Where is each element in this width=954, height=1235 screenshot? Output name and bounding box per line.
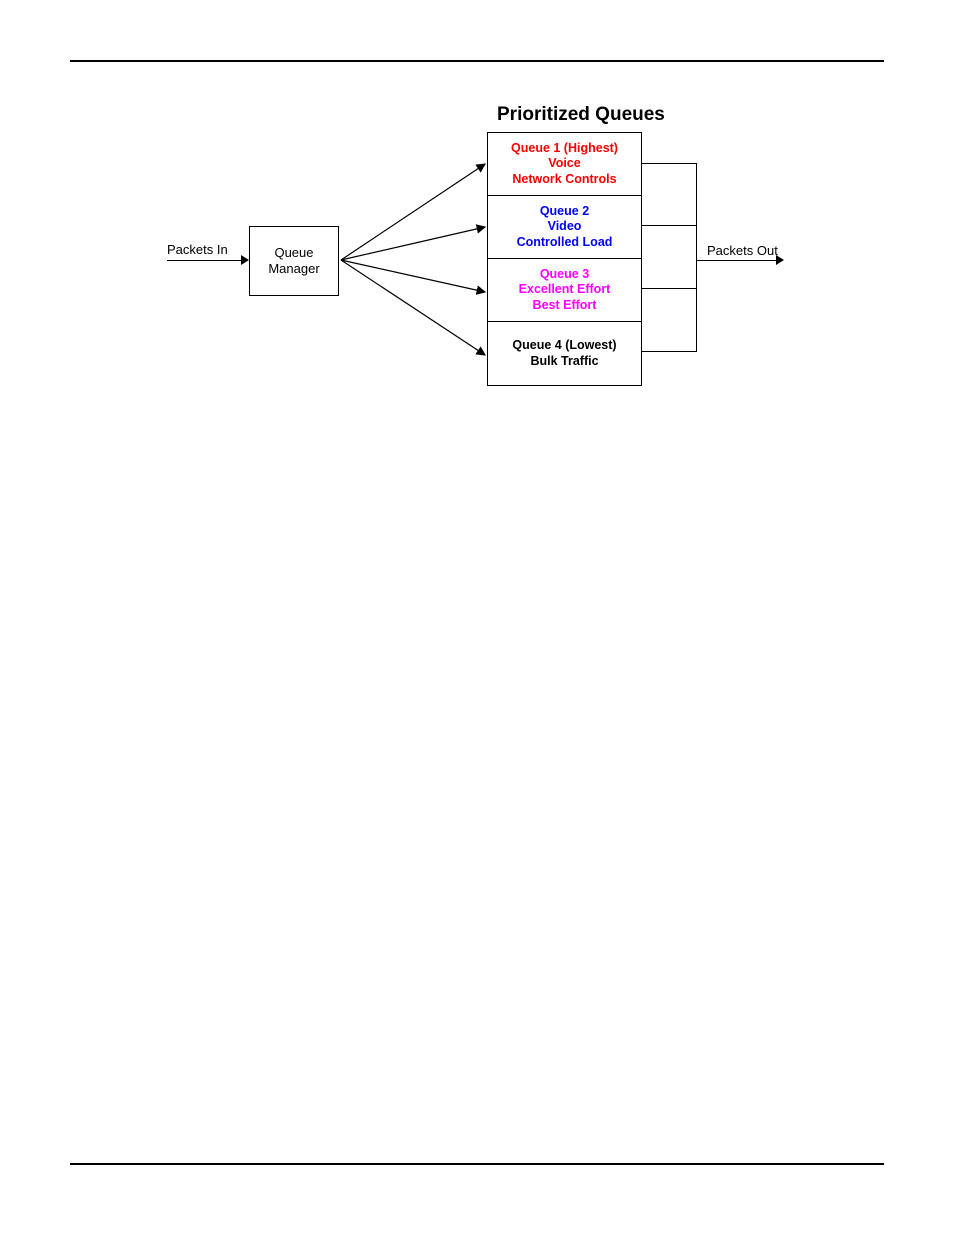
queue-1-line2: Voice <box>490 156 639 172</box>
output-box-2 <box>642 226 697 289</box>
packets-out-label: Packets Out <box>707 243 778 258</box>
figure-title: Prioritized Queues <box>497 104 665 126</box>
queue-2-line1: Queue 2 <box>490 204 639 220</box>
bottom-rule <box>70 1163 884 1165</box>
queue-1-cell: Queue 1 (Highest) Voice Network Controls <box>488 133 641 196</box>
queue-1-line3: Network Controls <box>490 172 639 188</box>
queue-3-line2: Excellent Effort <box>490 282 639 298</box>
queue-manager-line1: Queue <box>250 245 338 261</box>
queue-4-line2: Bulk Traffic <box>490 354 639 370</box>
output-box-1 <box>642 163 697 226</box>
output-boxes-column <box>642 132 697 352</box>
packets-in-label: Packets In <box>167 242 228 257</box>
top-rule <box>70 60 884 62</box>
queue-2-line3: Controlled Load <box>490 235 639 251</box>
output-box-3 <box>642 289 697 352</box>
packets-out-arrow-head <box>776 255 784 265</box>
queue-manager-line2: Manager <box>250 261 338 277</box>
packets-out-arrow-line <box>697 260 782 261</box>
queue-4-line1: Queue 4 (Lowest) <box>490 338 639 354</box>
page: Prioritized Queues Packets In Queue Mana… <box>0 0 954 1235</box>
queue-2-line2: Video <box>490 219 639 235</box>
fanout-arrows <box>339 132 489 392</box>
queue-4-cell: Queue 4 (Lowest) Bulk Traffic <box>488 322 641 385</box>
queues-column: Queue 1 (Highest) Voice Network Controls… <box>487 132 642 386</box>
queue-manager-box: Queue Manager <box>249 226 339 296</box>
packets-in-arrow-line <box>167 260 247 261</box>
queue-2-cell: Queue 2 Video Controlled Load <box>488 196 641 259</box>
queue-1-line1: Queue 1 (Highest) <box>490 141 639 157</box>
queue-3-line1: Queue 3 <box>490 267 639 283</box>
queue-3-cell: Queue 3 Excellent Effort Best Effort <box>488 259 641 322</box>
packets-in-arrow-head <box>241 255 249 265</box>
prioritized-queues-figure: Prioritized Queues Packets In Queue Mana… <box>167 102 787 412</box>
queue-3-line3: Best Effort <box>490 298 639 314</box>
